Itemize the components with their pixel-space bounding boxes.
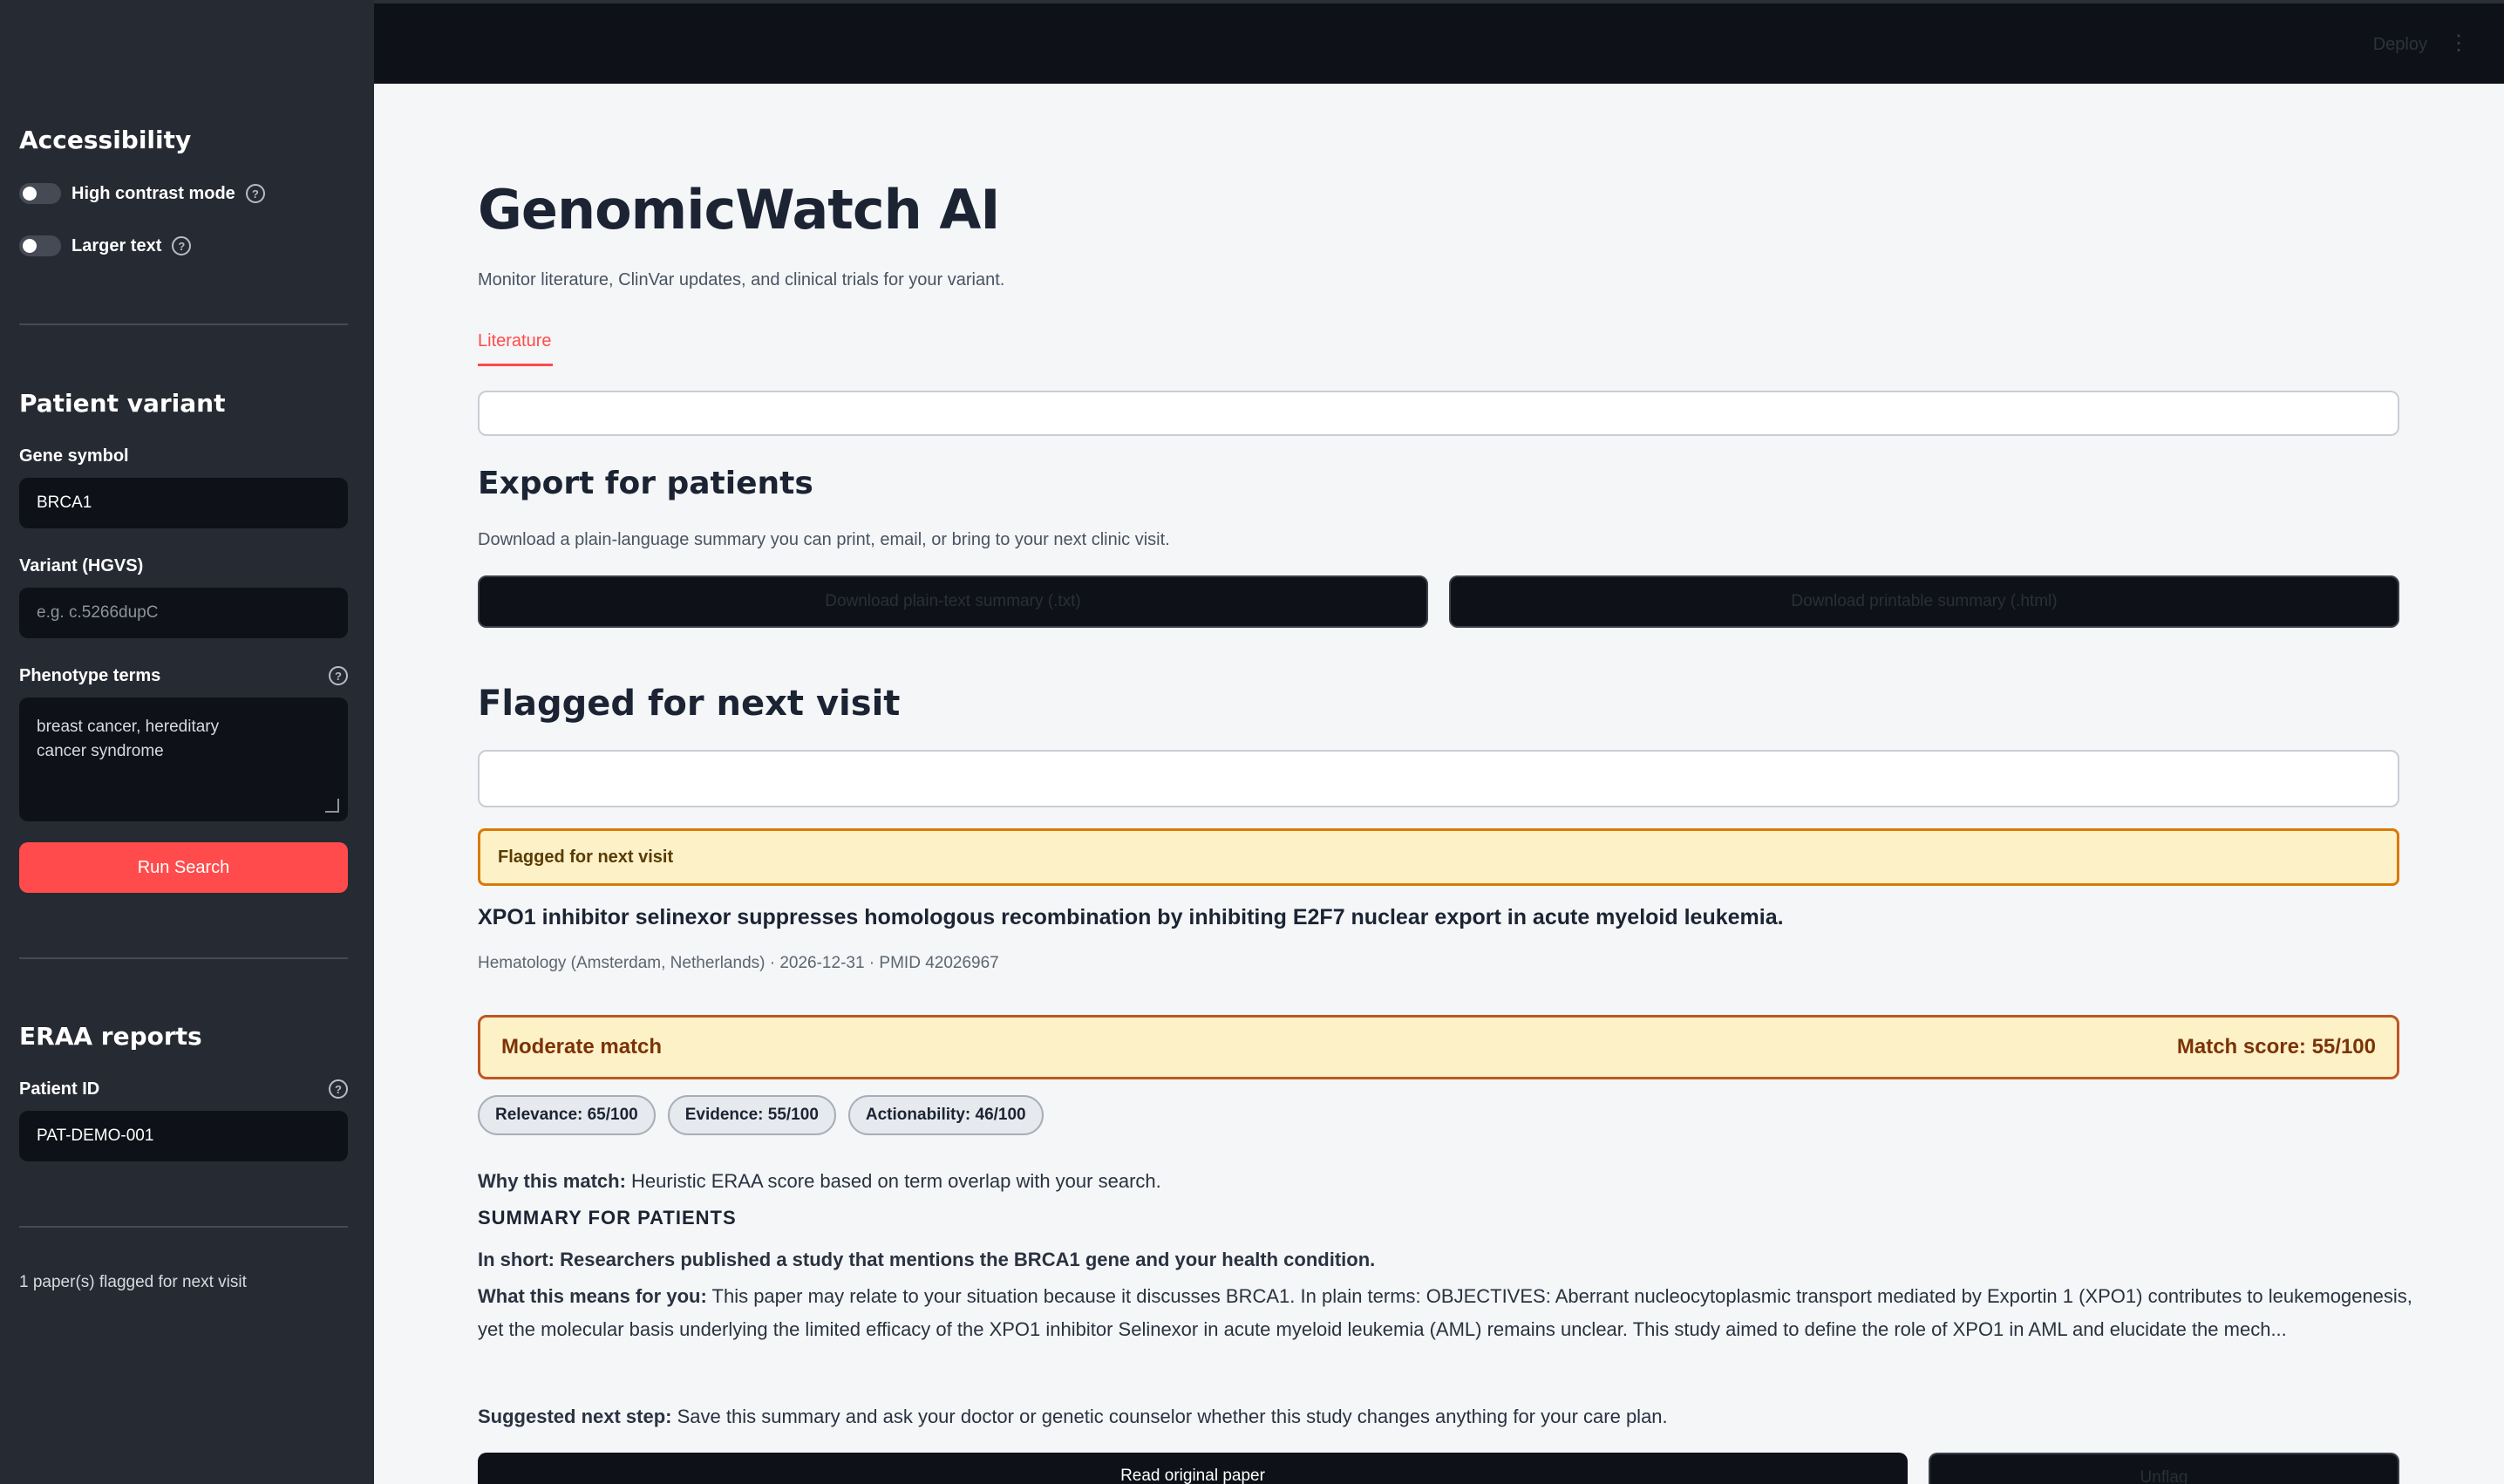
phenotype-value: breast cancer, hereditary cancer syndrom…: [37, 718, 220, 760]
deploy-button[interactable]: Deploy: [2373, 35, 2427, 55]
patient-id-label: Patient ID: [19, 1079, 100, 1099]
help-icon[interactable]: ?: [172, 236, 192, 255]
download-html-button[interactable]: Download printable summary (.html): [1449, 575, 2399, 628]
page-title: GenomicWatch AI: [478, 178, 1000, 242]
larger-text-toggle[interactable]: [19, 235, 61, 256]
patient-variant-heading: Patient variant: [19, 389, 226, 418]
relevance-pill: Relevance: 65/100: [478, 1095, 656, 1135]
what-this-means: What this means for you: This paper may …: [478, 1280, 2413, 1346]
score-pills: Relevance: 65/100 Evidence: 55/100 Actio…: [478, 1095, 1044, 1135]
tab-literature-label: Literature: [478, 331, 552, 351]
evidence-pill: Evidence: 55/100: [667, 1095, 836, 1135]
sidebar-divider: [19, 323, 348, 325]
accessibility-heading: Accessibility: [19, 126, 192, 154]
why-match: Why this match: Heuristic ERAA score bas…: [478, 1165, 1161, 1198]
high-contrast-row: High contrast mode ?: [19, 180, 265, 207]
help-icon[interactable]: ?: [329, 666, 348, 685]
paper-meta: Hematology (Amsterdam, Netherlands) · 20…: [478, 954, 999, 972]
means-label: What this means for you:: [478, 1285, 707, 1307]
larger-text-label: Larger text: [71, 235, 162, 255]
summary-heading: SUMMARY FOR PATIENTS: [478, 1207, 737, 1229]
why-text: Heuristic ERAA score based on term overl…: [631, 1170, 1161, 1192]
variant-label: Variant (HGVS): [19, 556, 144, 575]
run-search-button[interactable]: Run Search: [19, 842, 348, 893]
sidebar-divider: [19, 957, 348, 959]
in-short-label: In short:: [478, 1249, 555, 1270]
export-description: Download a plain-language summary you ca…: [478, 530, 1170, 549]
means-text: This paper may relate to your situation …: [478, 1285, 2412, 1340]
help-icon[interactable]: ?: [329, 1079, 348, 1099]
flagged-heading: Flagged for next visit: [478, 684, 901, 724]
tab-literature[interactable]: Literature: [478, 331, 553, 366]
unflag-button[interactable]: Unflag: [1929, 1453, 2399, 1484]
high-contrast-toggle[interactable]: [19, 183, 61, 204]
kebab-menu-icon[interactable]: ⋮: [2448, 33, 2469, 54]
flagged-banner: Flagged for next visit: [478, 828, 2399, 886]
next-step-text: Save this summary and ask your doctor or…: [677, 1406, 1668, 1427]
top-header: Deploy ⋮: [374, 0, 2504, 84]
larger-text-row: Larger text ?: [19, 233, 192, 259]
next-step: Suggested next step: Save this summary a…: [478, 1400, 1668, 1433]
phenotype-label: Phenotype terms: [19, 666, 161, 685]
match-label: Moderate match: [501, 1035, 663, 1059]
eraa-heading: ERAA reports: [19, 1022, 202, 1051]
match-score: Match score: 55/100: [2176, 1035, 2376, 1059]
sidebar-divider: [19, 1226, 348, 1228]
main-content: GenomicWatch AI Monitor literature, Clin…: [374, 84, 2504, 1484]
gene-symbol-label: Gene symbol: [19, 446, 129, 466]
match-box: Moderate match Match score: 55/100: [478, 1015, 2399, 1079]
next-step-label: Suggested next step:: [478, 1406, 672, 1427]
in-short-text: Researchers published a study that menti…: [560, 1249, 1376, 1270]
export-heading: Export for patients: [478, 466, 813, 501]
why-label: Why this match:: [478, 1170, 626, 1192]
high-contrast-label: High contrast mode: [71, 183, 235, 203]
paper-title: XPO1 inhibitor selinexor suppresses homo…: [478, 905, 1784, 929]
empty-input-field[interactable]: [478, 750, 2399, 807]
empty-input-field[interactable]: [478, 391, 2399, 436]
in-short: In short: Researchers published a study …: [478, 1243, 1375, 1276]
help-icon[interactable]: ?: [245, 184, 265, 203]
sidebar: Accessibility High contrast mode ? Large…: [0, 0, 374, 1484]
gene-symbol-input[interactable]: BRCA1: [19, 478, 348, 528]
read-paper-button[interactable]: Read original paper: [478, 1453, 1908, 1484]
patient-id-input[interactable]: PAT-DEMO-001: [19, 1111, 348, 1161]
download-txt-button[interactable]: Download plain-text summary (.txt): [478, 575, 1428, 628]
flag-count-text: 1 paper(s) flagged for next visit: [19, 1273, 247, 1291]
resize-handle-icon[interactable]: [325, 799, 339, 813]
page-subtitle: Monitor literature, ClinVar updates, and…: [478, 270, 1005, 289]
actionability-pill: Actionability: 46/100: [847, 1095, 1044, 1135]
variant-input[interactable]: e.g. c.5266dupC: [19, 588, 348, 638]
phenotype-textarea[interactable]: breast cancer, hereditary cancer syndrom…: [19, 698, 348, 821]
tab-active-indicator: [478, 364, 553, 366]
